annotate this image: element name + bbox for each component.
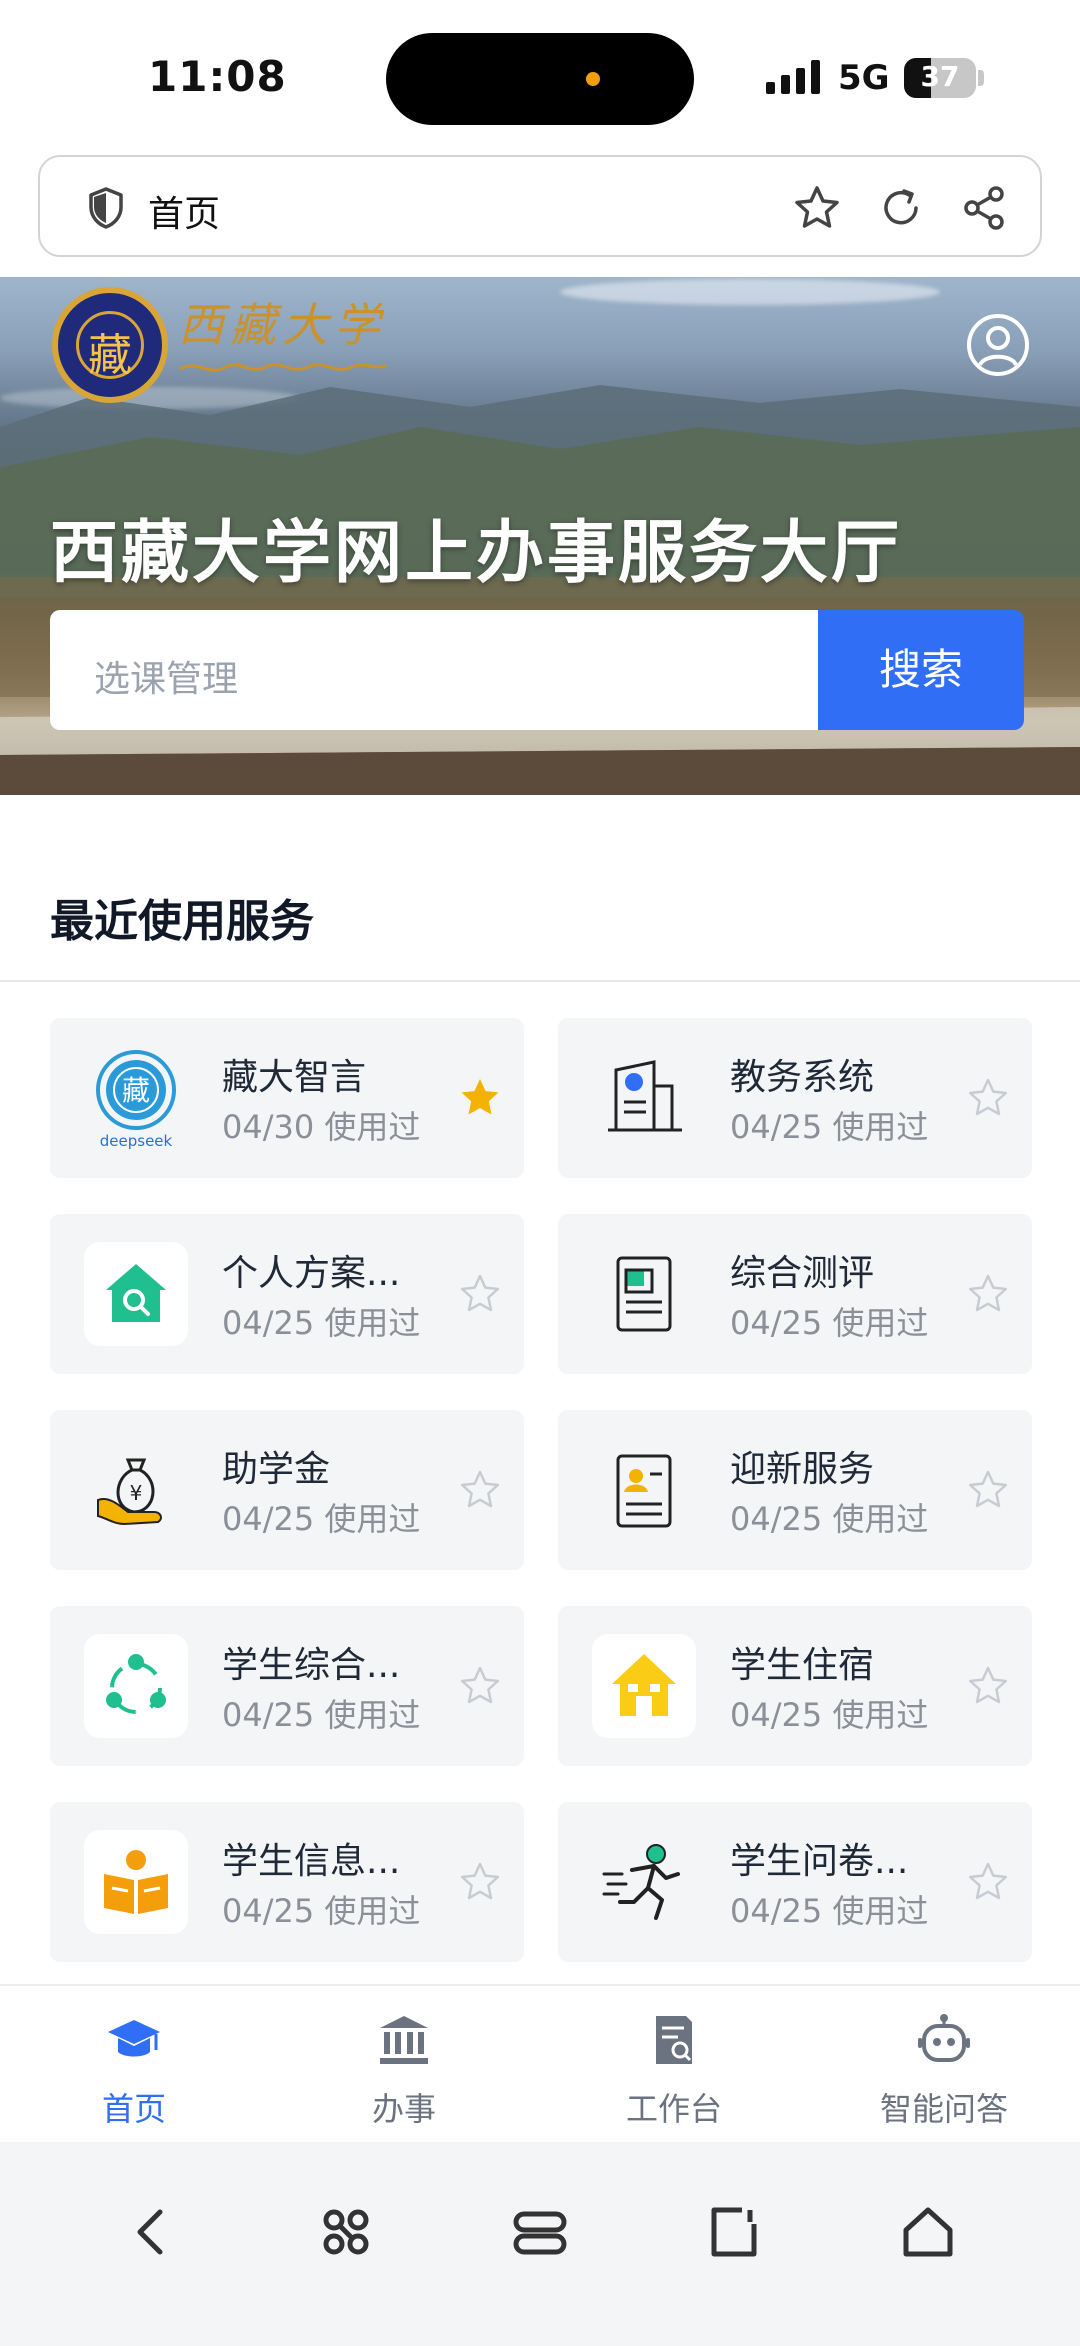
favorite-star-icon[interactable]	[458, 1860, 502, 1904]
tabs-overview-icon[interactable]	[510, 2202, 570, 2262]
user-account-icon[interactable]	[966, 313, 1030, 377]
battery-tip	[978, 70, 984, 86]
service-name: 综合测评	[730, 1253, 875, 1294]
favorite-star-icon[interactable]	[458, 1664, 502, 1708]
back-icon[interactable]	[122, 2202, 182, 2262]
service-name: 助学金	[222, 1449, 331, 1490]
last-used-date: 04/25 使用过	[730, 1304, 929, 1342]
search-placeholder: 选课管理	[94, 659, 239, 700]
favorite-star-filled-icon[interactable]	[458, 1076, 502, 1120]
favorite-star-icon[interactable]	[458, 1468, 502, 1512]
deepseek-logo-icon: 藏 deepseek	[96, 1050, 176, 1150]
search-input[interactable]: 选课管理	[50, 610, 820, 730]
last-used-date: 04/25 使用过	[730, 1108, 929, 1146]
welcome-card-icon	[616, 1454, 672, 1528]
last-used-date: 04/25 使用过	[730, 1500, 929, 1538]
browser-navigation-bar	[0, 2142, 1080, 2346]
service-name: 藏大智言	[222, 1057, 367, 1098]
service-card[interactable]: 迎新服务 04/25 使用过	[558, 1410, 1032, 1570]
dynamic-island	[386, 33, 694, 125]
section-title: 最近使用服务	[50, 896, 314, 947]
service-name: 迎新服务	[730, 1449, 875, 1490]
hero-title: 西藏大学网上办事服务大厅	[50, 514, 903, 593]
tab-home[interactable]: 首页	[44, 2012, 224, 2132]
last-used-date: 04/25 使用过	[222, 1500, 421, 1538]
tab-ai-qa[interactable]: 智能问答	[854, 2012, 1034, 2132]
last-used-date: 04/25 使用过	[730, 1892, 929, 1930]
apps-icon[interactable]	[316, 2202, 376, 2262]
privacy-indicator-dot	[586, 72, 600, 86]
seal-glyph: 藏	[88, 330, 132, 381]
shield-icon	[89, 187, 123, 229]
service-card[interactable]: 藏 deepseek 藏大智言 04/30 使用过	[50, 1018, 524, 1178]
people-circle-icon	[106, 1654, 166, 1714]
bank-building-icon	[380, 2016, 428, 2064]
document-search-icon	[656, 2016, 692, 2064]
tab-label: 办事	[371, 2090, 436, 2128]
graduation-cap-icon	[108, 2020, 160, 2057]
last-used-date: 04/25 使用过	[222, 1892, 421, 1930]
bottom-tab-bar: 首页 办事 工作台 智能问答	[0, 1984, 1080, 2142]
service-name: 教务系统	[730, 1057, 875, 1098]
signal-icon	[766, 60, 820, 94]
academic-affairs-icon	[608, 1060, 682, 1132]
svg-text:¥: ¥	[130, 1481, 143, 1505]
university-seal-logo: 藏	[52, 287, 168, 403]
service-name: 个人方案...	[222, 1253, 401, 1294]
last-used-date: 04/25 使用过	[730, 1696, 929, 1734]
university-name-logo: 西藏大学	[178, 298, 386, 352]
student-book-icon	[104, 1850, 168, 1914]
tab-label: 首页	[101, 2090, 166, 2128]
home-icon[interactable]	[898, 2202, 958, 2262]
new-tab-icon[interactable]	[704, 2202, 764, 2262]
last-used-date: 04/25 使用过	[222, 1696, 421, 1734]
address-bar[interactable]: 首页	[38, 155, 1042, 257]
network-type: 5G	[838, 58, 890, 98]
favorite-star-icon[interactable]	[966, 1468, 1010, 1512]
service-card[interactable]: 学生住宿 04/25 使用过	[558, 1606, 1032, 1766]
evaluation-document-icon	[616, 1256, 672, 1332]
search-button[interactable]: 搜索	[818, 610, 1024, 730]
service-card[interactable]: 综合测评 04/25 使用过	[558, 1214, 1032, 1374]
dormitory-house-icon	[612, 1654, 676, 1716]
bookmark-star-icon[interactable]	[792, 183, 842, 233]
service-card[interactable]: ¥ 助学金 04/25 使用过	[50, 1410, 524, 1570]
favorite-star-icon[interactable]	[966, 1272, 1010, 1316]
battery-icon: 37	[904, 58, 976, 98]
tab-label: 智能问答	[879, 2090, 1008, 2128]
favorite-star-icon[interactable]	[966, 1076, 1010, 1120]
favorite-star-icon[interactable]	[966, 1860, 1010, 1904]
service-card[interactable]: 学生综合... 04/25 使用过	[50, 1606, 524, 1766]
status-bar: 11:08 5G 37	[0, 0, 1080, 150]
favorite-star-icon[interactable]	[458, 1272, 502, 1316]
money-bag-icon: ¥	[97, 1458, 162, 1526]
running-person-icon	[602, 1844, 680, 1920]
service-name: 学生综合...	[222, 1645, 401, 1686]
service-card[interactable]: 个人方案... 04/25 使用过	[50, 1214, 524, 1374]
service-name: 学生信息...	[222, 1841, 401, 1882]
service-card[interactable]: 学生信息... 04/25 使用过	[50, 1802, 524, 1962]
clock: 11:08	[148, 52, 287, 101]
tab-workbench[interactable]: 工作台	[584, 2012, 764, 2132]
last-used-date: 04/30 使用过	[222, 1108, 421, 1146]
service-name: 学生问卷...	[730, 1841, 909, 1882]
reload-icon[interactable]	[876, 183, 926, 233]
tibetan-script-logo	[179, 363, 387, 372]
battery-percent: 37	[920, 60, 960, 93]
divider	[0, 980, 1080, 982]
service-card[interactable]: 教务系统 04/25 使用过	[558, 1018, 1032, 1178]
service-name: 学生住宿	[730, 1645, 875, 1686]
page-title: 首页	[148, 194, 221, 235]
tab-label: 工作台	[625, 2090, 722, 2128]
house-search-icon	[106, 1264, 166, 1322]
last-used-date: 04/25 使用过	[222, 1304, 421, 1342]
tab-services[interactable]: 办事	[314, 2012, 494, 2132]
hero-banner: 藏 西藏大学 西藏大学网上办事服务大厅 选课管理 搜索	[0, 277, 1080, 795]
favorite-star-icon[interactable]	[966, 1664, 1010, 1708]
deepseek-label: deepseek	[100, 1132, 173, 1150]
share-icon[interactable]	[960, 183, 1010, 233]
svg-text:藏: 藏	[122, 1074, 150, 1107]
robot-icon	[918, 2014, 970, 2062]
service-card[interactable]: 学生问卷... 04/25 使用过	[558, 1802, 1032, 1962]
